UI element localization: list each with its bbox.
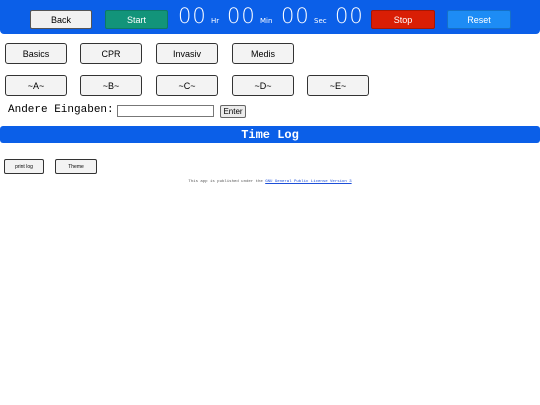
stop-button[interactable]: Stop bbox=[371, 10, 435, 29]
reset-button[interactable]: Reset bbox=[447, 10, 511, 29]
category-d-button[interactable]: ~D~ bbox=[232, 75, 294, 96]
category-cpr-button[interactable]: CPR bbox=[80, 43, 142, 64]
timer-minutes-unit: Min bbox=[260, 17, 273, 25]
category-medis-button[interactable]: Medis bbox=[232, 43, 294, 64]
print-log-button[interactable]: print log bbox=[4, 159, 44, 174]
timer-minutes: 00 bbox=[227, 4, 256, 28]
category-a-button[interactable]: ~A~ bbox=[5, 75, 67, 96]
theme-button[interactable]: Theme bbox=[55, 159, 97, 174]
timer-display: 00 Hr 00 Min 00 Sec 00 bbox=[178, 4, 364, 30]
top-toolbar: Back Start 00 Hr 00 Min 00 Sec 00 Stop R… bbox=[0, 0, 540, 34]
license-notice: This app is published under the GNU Gene… bbox=[0, 180, 540, 184]
license-link[interactable]: GNU General Public License Version 3 bbox=[265, 180, 351, 184]
timer-hours-unit: Hr bbox=[211, 17, 220, 25]
license-prefix: This app is published under the bbox=[188, 180, 263, 184]
start-button[interactable]: Start bbox=[105, 10, 168, 29]
category-e-button[interactable]: ~E~ bbox=[307, 75, 369, 96]
timer-seconds: 00 bbox=[281, 4, 310, 28]
back-button[interactable]: Back bbox=[30, 10, 92, 29]
other-input-field[interactable] bbox=[117, 105, 214, 117]
timer-hundredths: 00 bbox=[335, 4, 364, 28]
category-b-button[interactable]: ~B~ bbox=[80, 75, 142, 96]
enter-button[interactable]: Enter bbox=[220, 105, 246, 118]
time-log-header: Time Log bbox=[0, 126, 540, 143]
timer-seconds-unit: Sec bbox=[314, 17, 327, 25]
category-c-button[interactable]: ~C~ bbox=[156, 75, 218, 96]
category-basics-button[interactable]: Basics bbox=[5, 43, 67, 64]
timer-hours: 00 bbox=[178, 4, 207, 28]
category-invasiv-button[interactable]: Invasiv bbox=[156, 43, 218, 64]
other-input-label: Andere Eingaben: bbox=[8, 104, 114, 116]
